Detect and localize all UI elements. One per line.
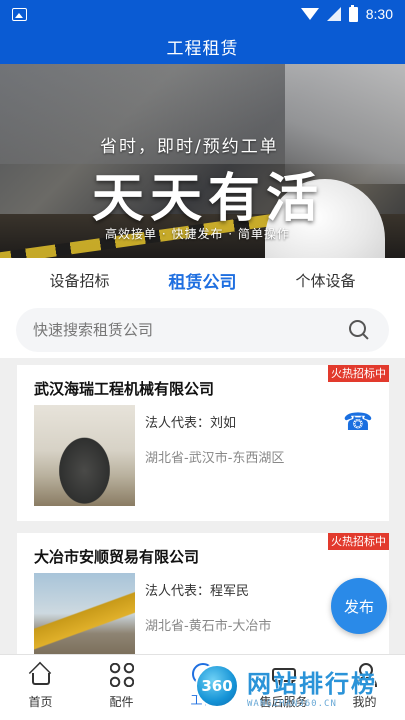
company-location: 湖北省-黄石市-大冶市 bbox=[145, 619, 272, 634]
category-tabs: 设备招标 租赁公司 个体设备 bbox=[0, 258, 405, 302]
status-time: 8:30 bbox=[365, 6, 393, 22]
search-icon[interactable] bbox=[349, 320, 369, 340]
status-left bbox=[12, 7, 27, 21]
status-bar: 8:30 bbox=[0, 0, 405, 28]
legal-representative: 法人代表：程军民 bbox=[145, 584, 250, 599]
page-title: 工程租赁 bbox=[166, 38, 239, 59]
nav-label: 配件 bbox=[109, 695, 134, 709]
home-icon bbox=[31, 673, 50, 685]
search-area bbox=[0, 302, 405, 358]
phone-icon[interactable]: ☎ bbox=[343, 409, 373, 435]
tab-equipment-bidding[interactable]: 设备招标 bbox=[49, 270, 109, 291]
gallery-icon bbox=[12, 7, 27, 21]
company-photo-image bbox=[34, 405, 135, 506]
wifi-icon bbox=[300, 8, 319, 20]
hot-bidding-badge: 火热招标中 bbox=[328, 533, 389, 550]
app-header: 工程租赁 bbox=[0, 28, 405, 64]
nav-item-home[interactable]: 首页 bbox=[6, 663, 76, 710]
status-right: 8:30 bbox=[300, 4, 393, 22]
battery-icon bbox=[348, 4, 358, 22]
watermark-logo: 360 bbox=[195, 664, 239, 708]
watermark-text-group: 网站排行榜 WANGZHAN360.CN bbox=[247, 664, 377, 709]
watermark-subtext: WANGZHAN360.CN bbox=[247, 698, 337, 709]
grid-icon bbox=[109, 663, 134, 687]
banner-subtitle: 省时，即时/预约工单 bbox=[100, 137, 279, 157]
publish-button[interactable]: 发布 bbox=[331, 578, 387, 634]
watermark: 360 网站排行榜 WANGZHAN360.CN bbox=[195, 655, 405, 717]
company-card[interactable]: 火热招标中 武汉海瑞工程机械有限公司 法人代表：刘如 湖北省-武汉市-东西湖区 … bbox=[17, 365, 389, 521]
tab-individual-equipment[interactable]: 个体设备 bbox=[295, 270, 355, 291]
nav-item-parts[interactable]: 配件 bbox=[87, 663, 157, 710]
legal-representative: 法人代表：刘如 bbox=[145, 416, 237, 431]
company-photo bbox=[34, 405, 135, 506]
company-location: 湖北省-武汉市-东西湖区 bbox=[145, 451, 285, 466]
search-box[interactable] bbox=[16, 308, 389, 352]
watermark-text: 网站排行榜 bbox=[247, 669, 377, 698]
promo-banner[interactable]: 省时，即时/预约工单 天天有活 高效接单 · 快捷发布 · 简单操作 bbox=[0, 64, 405, 258]
company-name: 大冶市安顺贸易有限公司 bbox=[34, 548, 200, 566]
tab-leasing-company[interactable]: 租赁公司 bbox=[168, 268, 236, 293]
banner-tagline: 高效接单 · 快捷发布 · 简单操作 bbox=[105, 227, 290, 241]
banner-headline: 天天有活 bbox=[92, 169, 325, 229]
no-signal-icon bbox=[326, 7, 341, 21]
nav-label: 首页 bbox=[28, 695, 53, 709]
search-input[interactable] bbox=[33, 321, 333, 339]
hot-bidding-badge: 火热招标中 bbox=[328, 365, 389, 382]
company-name: 武汉海瑞工程机械有限公司 bbox=[34, 380, 215, 398]
